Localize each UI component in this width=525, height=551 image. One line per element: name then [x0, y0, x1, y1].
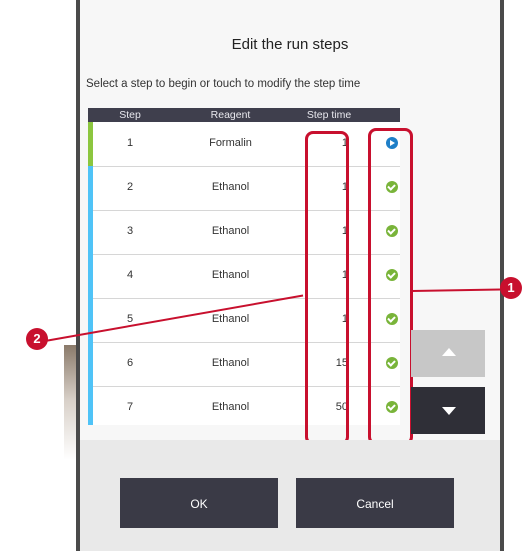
cancel-button[interactable]: Cancel: [296, 478, 454, 528]
callout-box-status: [368, 128, 413, 445]
table-row[interactable]: 3 Ethanol 1: [88, 210, 400, 255]
reagent-group-color-bar: [88, 254, 93, 298]
callout-number-2: 2: [26, 328, 48, 350]
screen-edge-right: [500, 0, 504, 551]
table-row[interactable]: 2 Ethanol 1: [88, 166, 400, 211]
column-header-step-time: Step time: [306, 109, 352, 121]
reagent-name: Ethanol: [211, 269, 250, 281]
table-row[interactable]: 6 Ethanol 15: [88, 342, 400, 387]
reagent-group-color-bar: [88, 298, 93, 342]
scroll-down-button[interactable]: [411, 387, 485, 434]
step-number: 3: [126, 225, 134, 237]
reagent-group-color-bar: [88, 122, 93, 166]
reagent-group-color-bar: [88, 166, 93, 210]
reagent-group-color-bar: [88, 386, 93, 425]
table-row[interactable]: 7 Ethanol 50: [88, 386, 400, 425]
step-number: 6: [126, 357, 134, 369]
step-number: 4: [126, 269, 134, 281]
reagent-name: Ethanol: [211, 181, 250, 193]
dialog-subtitle: Select a step to begin or touch to modif…: [86, 78, 361, 90]
reagent-name: Formalin: [209, 137, 252, 149]
triangle-down-icon: [442, 407, 456, 415]
reagent-group-color-bar: [88, 342, 93, 386]
background-left-edge: [64, 0, 76, 551]
column-header-step: Step: [119, 109, 141, 121]
callout-number-1: 1: [500, 277, 522, 299]
run-steps-table: Step Reagent Step time 1 Formalin 1 2 Ethano…: [88, 108, 400, 425]
column-header-reagent: Reagent: [210, 109, 251, 121]
step-number: 1: [126, 137, 134, 149]
ok-button[interactable]: OK: [120, 478, 278, 528]
scroll-up-button[interactable]: [411, 330, 485, 377]
reagent-name: Ethanol: [211, 357, 250, 369]
table-row[interactable]: 4 Ethanol 1: [88, 254, 400, 299]
triangle-up-icon: [442, 348, 456, 356]
table-row[interactable]: 1 Formalin 1: [88, 122, 400, 167]
dialog-title: Edit the run steps: [231, 36, 349, 53]
reagent-name: Ethanol: [211, 225, 250, 237]
step-number: 2: [126, 181, 134, 193]
callout-box-step-time: [305, 131, 349, 445]
reagent-group-color-bar: [88, 210, 93, 254]
step-number: 7: [126, 401, 134, 413]
reagent-name: Ethanol: [211, 401, 250, 413]
table-header: Step Reagent Step time: [88, 108, 400, 122]
